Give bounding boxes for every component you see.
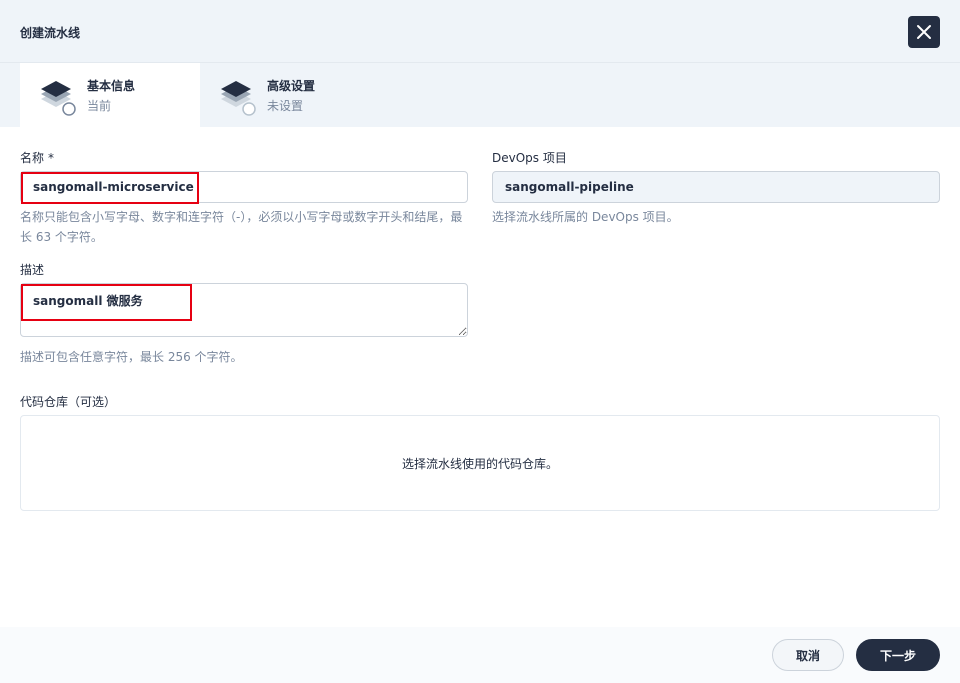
step-tabs: 基本信息 当前 高级设置 未设置 — [0, 63, 960, 127]
name-input[interactable] — [20, 171, 468, 203]
required-mark: * — [48, 151, 55, 165]
description-help-text: 描述可包含任意字符，最长 256 个字符。 — [20, 350, 243, 364]
tab-title: 高级设置 — [267, 79, 316, 93]
repo-label: 代码仓库（可选） — [20, 395, 117, 409]
description-textarea[interactable]: sangomall 微服务 — [20, 283, 468, 337]
dialog-header: 创建流水线 — [0, 0, 960, 63]
layers-icon — [41, 81, 76, 116]
next-button[interactable]: 下一步 — [856, 639, 940, 671]
description-label: 描述 — [20, 263, 45, 277]
tab-status: 当前 — [87, 99, 112, 113]
project-label: DevOps 项目 — [492, 151, 567, 165]
repo-selector[interactable]: 选择流水线使用的代码仓库。 — [20, 415, 940, 511]
project-help-text: 选择流水线所属的 DevOps 项目。 — [492, 210, 679, 224]
name-label-text: 名称 — [20, 151, 45, 165]
tab-title: 基本信息 — [87, 79, 136, 93]
project-input — [492, 171, 940, 203]
cancel-button[interactable]: 取消 — [772, 639, 844, 671]
tab-status: 未设置 — [267, 99, 304, 113]
dialog-title: 创建流水线 — [20, 26, 81, 40]
name-help-text: 名称只能包含小写字母、数字和连字符（-），必须以小写字母或数字开头和结尾，最长 … — [20, 210, 463, 244]
close-button[interactable] — [908, 16, 940, 48]
name-label: 名称 * — [20, 149, 54, 166]
close-icon — [917, 25, 931, 39]
tab-advanced-settings[interactable]: 高级设置 未设置 — [200, 63, 380, 127]
repo-placeholder: 选择流水线使用的代码仓库。 — [401, 456, 558, 471]
layers-icon — [221, 81, 256, 116]
tab-basic-info[interactable]: 基本信息 当前 — [20, 63, 200, 127]
